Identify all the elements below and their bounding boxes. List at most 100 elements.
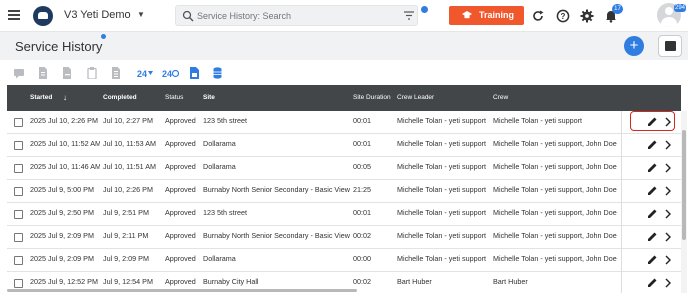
table-row[interactable]: 2025 Jul 10, 11:46 AM Jul 10, 11:51 AM A… xyxy=(7,157,681,180)
page-header: Service History xyxy=(0,32,688,60)
cell-status: Approved xyxy=(165,185,196,194)
row-checkbox[interactable] xyxy=(14,210,23,219)
cell-status: Approved xyxy=(165,116,196,125)
cell-status: Approved xyxy=(165,254,196,263)
cell-started: 2025 Jul 9, 2:09 PM xyxy=(30,254,94,263)
menu-icon[interactable] xyxy=(8,10,20,20)
chevron-down-icon[interactable]: ▼ xyxy=(137,10,145,19)
chevron-right-icon[interactable] xyxy=(665,163,671,173)
cell-site-duration: 00:01 xyxy=(353,116,371,125)
cell-completed: Jul 9, 12:54 PM xyxy=(103,277,153,286)
pencil-icon[interactable] xyxy=(647,185,658,196)
cell-crew-leader: Michelle Tolan - yeti support xyxy=(397,116,486,125)
search-input[interactable] xyxy=(197,9,392,23)
document-icon[interactable] xyxy=(38,67,48,79)
file-blue-icon[interactable] xyxy=(190,67,199,79)
row-checkbox[interactable] xyxy=(14,187,23,196)
document-edit-icon[interactable] xyxy=(62,67,72,79)
column-header-completed[interactable]: Completed xyxy=(103,94,137,101)
cell-started: 2025 Jul 9, 5:00 PM xyxy=(30,185,94,194)
clipboard-icon[interactable] xyxy=(87,67,97,79)
table-row[interactable]: 2025 Jul 9, 2:09 PM Jul 9, 2:11 PM Appro… xyxy=(7,226,681,249)
pencil-icon[interactable] xyxy=(647,139,658,150)
hours-24-icon[interactable]: 24 xyxy=(137,67,154,79)
column-header-site-duration[interactable]: Site Duration xyxy=(353,94,391,101)
column-header-crew-leader[interactable]: Crew Leader xyxy=(397,94,434,101)
cell-crew-leader: Michelle Tolan - yeti support xyxy=(397,231,486,240)
row-checkbox[interactable] xyxy=(14,256,23,265)
cell-crew-leader: Michelle Tolan - yeti support xyxy=(397,139,486,148)
search-help-icon[interactable] xyxy=(421,6,428,13)
pencil-icon[interactable] xyxy=(647,254,658,265)
scrollbar-thumb[interactable] xyxy=(682,130,686,240)
cell-crew: Michelle Tolan - yeti support xyxy=(493,116,582,125)
training-label: Training xyxy=(479,10,515,20)
chevron-right-icon[interactable] xyxy=(665,255,671,265)
cell-started: 2025 Jul 10, 11:46 AM xyxy=(30,162,100,171)
message-icon[interactable] xyxy=(13,67,25,79)
page-help-icon[interactable] xyxy=(101,34,106,39)
app-title[interactable]: V3 Yeti Demo xyxy=(64,9,131,21)
cell-site-duration: 00:02 xyxy=(353,277,371,286)
chevron-right-icon[interactable] xyxy=(665,209,671,219)
table-row[interactable]: 2025 Jul 9, 5:00 PM Jul 10, 2:26 PM Appr… xyxy=(7,180,681,203)
table-row[interactable]: 2025 Jul 9, 2:09 PM Jul 9, 2:09 PM Appro… xyxy=(7,249,681,272)
cell-site-duration: 00:02 xyxy=(353,231,371,240)
table-row[interactable]: 2025 Jul 10, 2:26 PM Jul 10, 2:27 PM App… xyxy=(7,111,681,134)
cell-crew-leader: Michelle Tolan - yeti support xyxy=(397,208,486,217)
corner-count-badge: 294 xyxy=(674,4,687,12)
column-header-started[interactable]: Started xyxy=(30,94,52,101)
cell-completed: Jul 9, 2:51 PM xyxy=(103,208,149,217)
row-checkbox[interactable] xyxy=(14,279,23,288)
cell-crew-leader: Michelle Tolan - yeti support xyxy=(397,162,486,171)
cell-crew-leader: Michelle Tolan - yeti support xyxy=(397,185,486,194)
chevron-right-icon[interactable] xyxy=(665,278,671,288)
add-button[interactable]: + xyxy=(624,36,644,56)
horizontal-scrollbar[interactable] xyxy=(7,289,357,292)
help-icon[interactable]: ? xyxy=(556,9,570,23)
row-checkbox[interactable] xyxy=(14,164,23,173)
app-logo xyxy=(33,6,53,26)
pencil-icon[interactable] xyxy=(647,231,658,242)
cell-completed: Jul 9, 2:11 PM xyxy=(103,231,149,240)
search-bar[interactable] xyxy=(175,5,418,26)
column-header-site[interactable]: Site xyxy=(203,94,215,101)
column-header-crew[interactable]: Crew xyxy=(493,94,508,101)
cell-completed: Jul 10, 11:51 AM xyxy=(103,162,157,171)
column-header-status[interactable]: Status xyxy=(165,94,183,101)
row-checkbox[interactable] xyxy=(14,233,23,242)
chevron-right-icon[interactable] xyxy=(665,140,671,150)
hours-24-clock-icon[interactable]: 24 xyxy=(162,67,179,79)
row-checkbox[interactable] xyxy=(14,141,23,150)
cell-completed: Jul 9, 2:09 PM xyxy=(103,254,149,263)
chevron-right-icon[interactable] xyxy=(665,232,671,242)
cell-site: Dollarama xyxy=(203,254,236,263)
cell-status: Approved xyxy=(165,139,196,148)
notification-badge: 17 xyxy=(612,4,623,14)
cell-site: Dollarama xyxy=(203,139,236,148)
sort-down-icon[interactable]: ↓ xyxy=(63,93,67,102)
chevron-right-icon[interactable] xyxy=(665,186,671,196)
side-panel-button[interactable] xyxy=(658,35,682,57)
table-row[interactable]: 2025 Jul 10, 11:52 AM Jul 10, 11:53 AM A… xyxy=(7,134,681,157)
training-button[interactable]: Training xyxy=(449,6,524,25)
cell-started: 2025 Jul 10, 2:26 PM xyxy=(30,116,98,125)
row-actions xyxy=(621,249,681,272)
cell-status: Approved xyxy=(165,208,196,217)
refresh-icon[interactable] xyxy=(531,9,545,23)
pencil-icon[interactable] xyxy=(647,277,658,288)
table-row[interactable]: 2025 Jul 9, 2:50 PM Jul 9, 2:51 PM Appro… xyxy=(7,203,681,226)
cell-crew: Michelle Tolan - yeti support, John Doe xyxy=(493,139,617,148)
graduation-cap-icon xyxy=(462,11,472,19)
row-checkbox[interactable] xyxy=(14,118,23,127)
database-icon[interactable] xyxy=(213,67,222,79)
pencil-icon[interactable] xyxy=(647,162,658,173)
pencil-icon[interactable] xyxy=(647,208,658,219)
cell-site-duration: 00:05 xyxy=(353,162,371,171)
filter-icon[interactable] xyxy=(404,11,414,20)
cell-crew: Bart Huber xyxy=(493,277,528,286)
cell-status: Approved xyxy=(165,162,196,171)
gear-icon[interactable] xyxy=(580,9,594,23)
document-stack-icon[interactable] xyxy=(111,67,121,79)
grid-body: 2025 Jul 10, 2:26 PM Jul 10, 2:27 PM App… xyxy=(7,111,681,293)
